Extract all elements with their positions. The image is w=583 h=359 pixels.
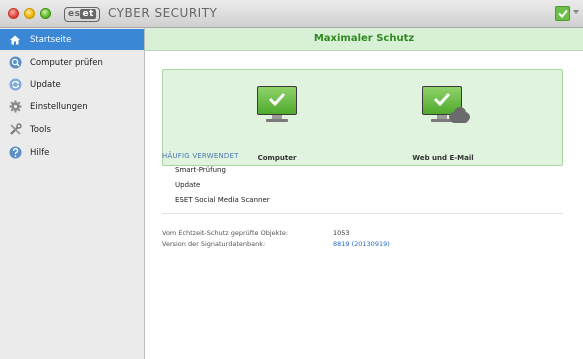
main-panel: Maximaler Schutz Computer Web und E-Mail… xyxy=(145,28,583,359)
computer-status-icon[interactable] xyxy=(257,86,297,126)
link-smart-pruefung[interactable]: Smart-Prüfung xyxy=(175,166,226,174)
product-title: CYBER SECURITY xyxy=(108,6,218,20)
web-mail-status-label: Web und E-Mail xyxy=(412,154,474,162)
sidebar-item-hilfe[interactable]: Hilfe xyxy=(0,142,144,163)
sidebar-item-label: Computer prüfen xyxy=(30,57,103,68)
frequently-used-title: HÄUFIG VERWENDET xyxy=(162,152,239,160)
sidebar-item-update[interactable]: Update xyxy=(0,74,144,95)
gear-icon xyxy=(8,100,22,114)
sidebar-item-label: Update xyxy=(30,79,61,90)
checkmark-icon xyxy=(433,92,451,106)
signature-db-version-link[interactable]: 8819 (20130919) xyxy=(333,240,390,248)
checkmark-icon xyxy=(268,92,286,106)
zoom-window-button[interactable] xyxy=(40,8,51,19)
chevron-down-icon[interactable] xyxy=(573,10,579,14)
link-social-media-scanner[interactable]: ESET Social Media Scanner xyxy=(175,196,270,204)
sidebar-item-einstellungen[interactable]: Einstellungen xyxy=(0,96,144,117)
update-icon xyxy=(8,78,22,92)
sidebar-item-computer-pruefen[interactable]: Computer prüfen xyxy=(0,52,144,73)
sidebar-item-label: Startseite xyxy=(30,34,72,45)
protection-status-button[interactable] xyxy=(555,6,570,21)
signature-db-label: Version der Signaturdatenbank: xyxy=(162,240,266,248)
home-icon xyxy=(8,33,22,47)
checkmark-icon xyxy=(558,9,568,18)
app-window: es et CYBER SECURITY Startseite Computer … xyxy=(0,0,583,359)
protection-status-header: Maximaler Schutz xyxy=(145,28,583,51)
divider xyxy=(162,213,563,214)
page-title: Maximaler Schutz xyxy=(313,33,415,44)
minimize-window-button[interactable] xyxy=(24,8,35,19)
cloud-icon xyxy=(447,106,471,124)
eset-logo: es et xyxy=(64,7,100,22)
tools-icon xyxy=(8,123,22,137)
close-window-button[interactable] xyxy=(8,8,19,19)
sidebar: Startseite Computer prüfen Update Einste… xyxy=(0,28,145,359)
sidebar-item-label: Hilfe xyxy=(30,147,50,158)
link-update[interactable]: Update xyxy=(175,181,200,189)
realtime-scanned-label: Vom Echtzeit-Schutz geprüfte Objekte: xyxy=(162,229,289,237)
scan-icon xyxy=(8,56,22,70)
sidebar-item-label: Einstellungen xyxy=(30,101,88,112)
sidebar-item-startseite[interactable]: Startseite xyxy=(0,29,144,50)
sidebar-item-tools[interactable]: Tools xyxy=(0,119,144,140)
sidebar-item-label: Tools xyxy=(30,124,51,135)
help-icon xyxy=(8,146,22,160)
title-bar: es et CYBER SECURITY xyxy=(0,0,583,28)
realtime-scanned-value: 1053 xyxy=(333,229,350,237)
